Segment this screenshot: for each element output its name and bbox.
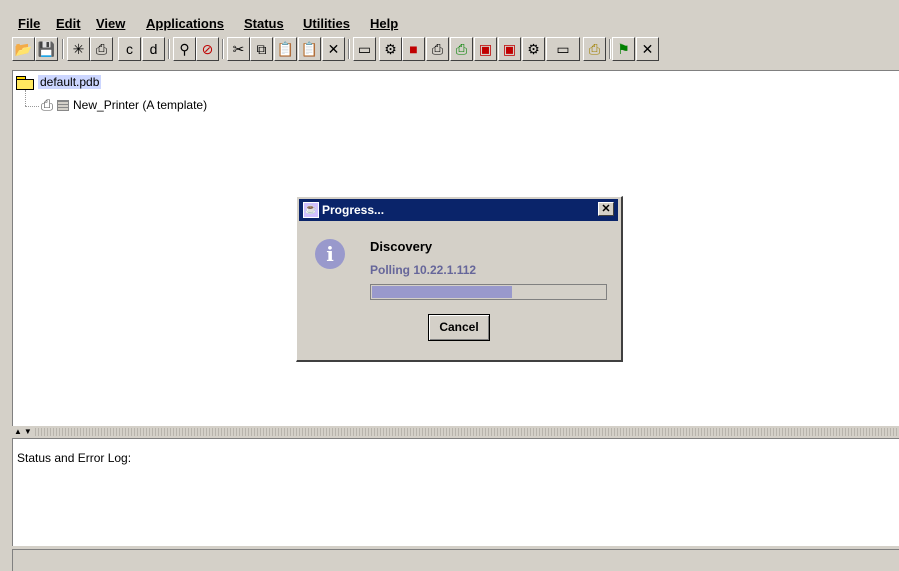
printer-d-icon: d — [149, 41, 158, 57]
red-device-2-icon: ▣ — [502, 41, 517, 57]
tree-root-label: default.pdb — [38, 75, 102, 89]
tree-root-node[interactable]: default.pdb — [16, 74, 102, 90]
printer-d-button[interactable]: d — [142, 37, 165, 61]
gear-printer-icon: ⚙ — [527, 41, 540, 57]
gear-printer-button[interactable]: ⚙ — [522, 37, 545, 61]
red-square-icon: ■ — [409, 41, 418, 57]
printer-tray-button[interactable]: ⎙ — [426, 37, 449, 61]
dialog-titlebar[interactable]: ☕ Progress... ✕ — [299, 199, 618, 221]
info-icon: i — [315, 239, 345, 269]
card-button[interactable]: ▭ — [353, 37, 376, 61]
printer-yellow-icon: ⎙ — [588, 41, 601, 57]
printer-add-icon: ⎙ — [95, 41, 108, 57]
close-button[interactable]: ✕ — [598, 202, 614, 216]
copy-button[interactable]: ⧉ — [250, 37, 273, 61]
printer-add-button[interactable]: ⎙ — [90, 37, 113, 61]
delete-icon: ✕ — [327, 41, 340, 57]
menu-utilities[interactable]: Utilities — [303, 16, 350, 31]
printer-green-icon: ⎙ — [455, 41, 468, 57]
flag-icon: ⚑ — [617, 41, 630, 57]
menu-applications[interactable]: Applications — [146, 16, 224, 31]
printer-yellow-button[interactable]: ⎙ — [583, 37, 606, 61]
red-device-button[interactable]: ▣ — [474, 37, 497, 61]
paste-special-icon: 📋 — [300, 41, 319, 57]
paste-special-button[interactable]: 📋 — [298, 37, 321, 61]
delete-button[interactable]: ✕ — [322, 37, 345, 61]
printer-green-button[interactable]: ⎙ — [450, 37, 473, 61]
flag-button[interactable]: ⚑ — [612, 37, 635, 61]
printer-icon: ⎙ — [41, 96, 54, 114]
paste-icon: 📋 — [276, 41, 295, 57]
toolbar-separator — [609, 39, 611, 59]
java-cup-icon: ☕ — [303, 202, 319, 218]
open-folder-icon: 📂 — [14, 41, 33, 57]
dialog-status-text: Polling 10.22.1.112 — [370, 263, 477, 277]
save-button[interactable]: 💾 — [35, 37, 58, 61]
telescope-icon: ✕ — [641, 41, 654, 57]
red-device-icon: ▣ — [478, 41, 493, 57]
printer-tray-icon: ⎙ — [431, 41, 444, 57]
splitter-arrows-icon[interactable]: ▲▼ — [14, 427, 34, 436]
toolbar-separator — [348, 39, 350, 59]
folder-open-icon — [16, 75, 34, 90]
menu-bar: File Edit View Applications Status Utili… — [0, 0, 899, 34]
card-icon: ▭ — [357, 41, 372, 57]
log-label: Status and Error Log: — [17, 451, 132, 465]
red-device-2-button[interactable]: ▣ — [498, 37, 521, 61]
telescope-button[interactable]: ✕ — [636, 37, 659, 61]
cut-button[interactable]: ✂ — [227, 37, 250, 61]
cancel-button[interactable]: Cancel — [428, 314, 490, 341]
menu-edit[interactable]: Edit — [56, 16, 81, 31]
tree-child-node[interactable]: ⎙ New_Printer (A template) — [41, 96, 208, 114]
tree-connector — [25, 90, 26, 106]
template-icon — [57, 99, 70, 111]
progress-bar — [370, 284, 607, 300]
toolbar-separator — [222, 39, 224, 59]
pane-splitter[interactable]: ▲▼ — [12, 427, 899, 436]
search-icon: ⚲ — [179, 41, 190, 57]
dialog-heading: Discovery — [370, 239, 433, 254]
new-printer-icon: ✳ — [72, 41, 85, 57]
status-bar — [12, 549, 899, 571]
stop-icon: ⊘ — [201, 41, 214, 57]
menu-view[interactable]: View — [96, 16, 125, 31]
printer-c-icon: c — [126, 41, 133, 57]
toolbar: 📂 💾 ✳ ⎙ c d ⚲ ⊘ ✂ ⧉ 📋 📋 ✕ ▭ ⚙ ■ ⎙ ⎙ ▣ ▣ ⚙ ▭ ⎙ ⚑ ✕ — [12, 37, 899, 65]
tape-button[interactable]: ▭ — [546, 37, 580, 61]
printer-gear-button[interactable]: ⚙ — [379, 37, 402, 61]
search-button[interactable]: ⚲ — [173, 37, 196, 61]
toolbar-separator — [168, 39, 170, 59]
new-printer-button[interactable]: ✳ — [67, 37, 90, 61]
stop-button[interactable]: ⊘ — [196, 37, 219, 61]
paste-button[interactable]: 📋 — [274, 37, 297, 61]
menu-status[interactable]: Status — [244, 16, 284, 31]
dialog-title: Progress... — [322, 203, 385, 217]
log-pane: Status and Error Log: — [12, 438, 899, 546]
menu-help[interactable]: Help — [370, 16, 398, 31]
toolbar-separator — [62, 39, 64, 59]
menu-file[interactable]: File — [18, 16, 40, 31]
printer-gear-icon: ⚙ — [384, 41, 397, 57]
tape-icon: ▭ — [556, 41, 570, 57]
cut-icon: ✂ — [232, 41, 245, 57]
progress-fill — [372, 286, 512, 298]
open-folder-button[interactable]: 📂 — [12, 37, 35, 61]
tree-connector — [25, 106, 39, 107]
printer-c-button[interactable]: c — [118, 37, 141, 61]
tree-child-label: New_Printer (A template) — [73, 98, 208, 112]
progress-dialog: ☕ Progress... ✕ i Discovery Polling 10.2… — [296, 196, 623, 362]
save-icon: 💾 — [37, 41, 56, 57]
red-square-button[interactable]: ■ — [402, 37, 425, 61]
copy-icon: ⧉ — [256, 41, 267, 57]
